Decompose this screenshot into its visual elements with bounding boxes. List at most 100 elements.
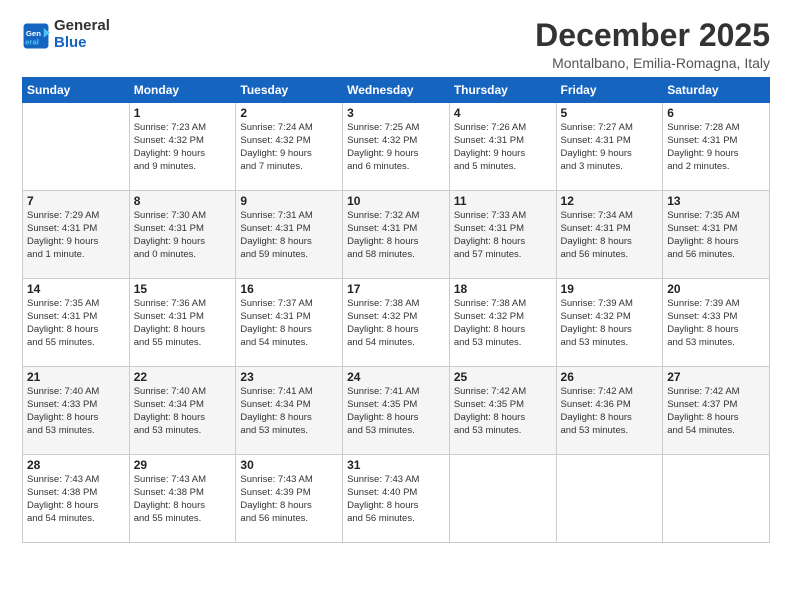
day-info-24: Sunrise: 7:41 AMSunset: 4:35 PMDaylight:… — [347, 386, 445, 437]
day-info-17: Sunrise: 7:38 AMSunset: 4:32 PMDaylight:… — [347, 298, 445, 349]
day-info-25: Sunrise: 7:42 AMSunset: 4:35 PMDaylight:… — [454, 386, 552, 437]
day-number-1: 1 — [134, 106, 232, 120]
day-info-10: Sunrise: 7:32 AMSunset: 4:31 PMDaylight:… — [347, 210, 445, 261]
day-number-11: 11 — [454, 194, 552, 208]
cell-3-4: 25Sunrise: 7:42 AMSunset: 4:35 PMDayligh… — [449, 367, 556, 455]
logo-line2: Blue — [54, 35, 110, 52]
svg-text:eral: eral — [25, 37, 39, 46]
header-saturday: Saturday — [663, 78, 770, 103]
day-info-1: Sunrise: 7:23 AMSunset: 4:32 PMDaylight:… — [134, 122, 232, 173]
day-number-3: 3 — [347, 106, 445, 120]
svg-text:Gen: Gen — [26, 29, 41, 38]
day-info-26: Sunrise: 7:42 AMSunset: 4:36 PMDaylight:… — [561, 386, 659, 437]
cell-3-3: 24 Sunrise: 7:41 AMSunset: 4:35 PMDayligh… — [343, 367, 450, 455]
day-number-31: 31 — [347, 458, 445, 472]
cell-1-4: 11 Sunrise: 7:33 AMSunset: 4:31 PMDayligh… — [449, 191, 556, 279]
cell-4-6 — [663, 455, 770, 543]
cell-0-3: 3 Sunrise: 7:25 AMSunset: 4:32 PMDaylight… — [343, 103, 450, 191]
cell-4-0: 28 Sunrise: 7:43 AMSunset: 4:38 PMDayligh… — [23, 455, 130, 543]
day-info-30: Sunrise: 7:43 AMSunset: 4:39 PMDaylight:… — [240, 474, 338, 525]
title-area: December 2025 Montalbano, Emilia-Romagna… — [535, 18, 770, 71]
day-number-19: 19 — [561, 282, 659, 296]
day-info-31: Sunrise: 7:43 AMSunset: 4:40 PMDaylight:… — [347, 474, 445, 525]
cell-2-2: 16Sunrise: 7:37 AMSunset: 4:31 PMDayligh… — [236, 279, 343, 367]
day-number-27: 27 — [667, 370, 765, 384]
day-info-19: Sunrise: 7:39 AMSunset: 4:32 PMDaylight:… — [561, 298, 659, 349]
day-number-26: 26 — [561, 370, 659, 384]
day-info-15: Sunrise: 7:36 AMSunset: 4:31 PMDaylight:… — [134, 298, 232, 349]
day-number-18: 18 — [454, 282, 552, 296]
cell-0-1: 1 Sunrise: 7:23 AMSunset: 4:32 PMDaylight… — [129, 103, 236, 191]
day-info-22: Sunrise: 7:40 AMSunset: 4:34 PMDaylight:… — [134, 386, 232, 437]
day-info-14: Sunrise: 7:35 AMSunset: 4:31 PMDaylight:… — [27, 298, 125, 349]
day-info-27: Sunrise: 7:42 AMSunset: 4:37 PMDaylight:… — [667, 386, 765, 437]
header-thursday: Thursday — [449, 78, 556, 103]
day-info-13: Sunrise: 7:35 AMSunset: 4:31 PMDaylight:… — [667, 210, 765, 261]
cell-1-2: 9 Sunrise: 7:31 AMSunset: 4:31 PMDaylight… — [236, 191, 343, 279]
day-number-12: 12 — [561, 194, 659, 208]
day-info-3: Sunrise: 7:25 AMSunset: 4:32 PMDaylight:… — [347, 122, 445, 173]
day-number-4: 4 — [454, 106, 552, 120]
cell-4-3: 31 Sunrise: 7:43 AMSunset: 4:40 PMDayligh… — [343, 455, 450, 543]
page-header: Gen eral General Blue December 2025 Mont… — [22, 18, 770, 71]
cell-3-6: 27 Sunrise: 7:42 AMSunset: 4:37 PMDayligh… — [663, 367, 770, 455]
cell-0-4: 4 Sunrise: 7:26 AMSunset: 4:31 PMDaylight… — [449, 103, 556, 191]
header-wednesday: Wednesday — [343, 78, 450, 103]
header-monday: Monday — [129, 78, 236, 103]
cell-2-4: 18Sunrise: 7:38 AMSunset: 4:32 PMDayligh… — [449, 279, 556, 367]
cell-2-0: 14 Sunrise: 7:35 AMSunset: 4:31 PMDayligh… — [23, 279, 130, 367]
day-number-7: 7 — [27, 194, 125, 208]
day-info-11: Sunrise: 7:33 AMSunset: 4:31 PMDaylight:… — [454, 210, 552, 261]
cell-3-0: 21 Sunrise: 7:40 AMSunset: 4:33 PMDayligh… — [23, 367, 130, 455]
day-number-2: 2 — [240, 106, 338, 120]
day-number-10: 10 — [347, 194, 445, 208]
day-number-14: 14 — [27, 282, 125, 296]
cell-1-0: 7Sunrise: 7:29 AMSunset: 4:31 PMDaylight… — [23, 191, 130, 279]
day-number-8: 8 — [134, 194, 232, 208]
cell-1-6: 13Sunrise: 7:35 AMSunset: 4:31 PMDayligh… — [663, 191, 770, 279]
week-row-1: 7Sunrise: 7:29 AMSunset: 4:31 PMDaylight… — [23, 191, 770, 279]
cell-1-1: 8Sunrise: 7:30 AMSunset: 4:31 PMDaylight… — [129, 191, 236, 279]
day-number-16: 16 — [240, 282, 338, 296]
cell-0-2: 2 Sunrise: 7:24 AMSunset: 4:32 PMDaylight… — [236, 103, 343, 191]
day-info-23: Sunrise: 7:41 AMSunset: 4:34 PMDaylight:… — [240, 386, 338, 437]
day-info-4: Sunrise: 7:26 AMSunset: 4:31 PMDaylight:… — [454, 122, 552, 173]
logo-icon: Gen eral — [22, 22, 50, 50]
cell-4-2: 30 Sunrise: 7:43 AMSunset: 4:39 PMDayligh… — [236, 455, 343, 543]
day-info-12: Sunrise: 7:34 AMSunset: 4:31 PMDaylight:… — [561, 210, 659, 261]
day-number-9: 9 — [240, 194, 338, 208]
day-info-5: Sunrise: 7:27 AMSunset: 4:31 PMDaylight:… — [561, 122, 659, 173]
day-number-28: 28 — [27, 458, 125, 472]
day-info-2: Sunrise: 7:24 AMSunset: 4:32 PMDaylight:… — [240, 122, 338, 173]
header-sunday: Sunday — [23, 78, 130, 103]
day-number-5: 5 — [561, 106, 659, 120]
month-title: December 2025 — [535, 18, 770, 53]
cell-2-3: 17Sunrise: 7:38 AMSunset: 4:32 PMDayligh… — [343, 279, 450, 367]
day-number-21: 21 — [27, 370, 125, 384]
cell-0-6: 6 Sunrise: 7:28 AMSunset: 4:31 PMDaylight… — [663, 103, 770, 191]
day-info-28: Sunrise: 7:43 AMSunset: 4:38 PMDaylight:… — [27, 474, 125, 525]
cell-3-1: 22 Sunrise: 7:40 AMSunset: 4:34 PMDayligh… — [129, 367, 236, 455]
day-info-29: Sunrise: 7:43 AMSunset: 4:38 PMDaylight:… — [134, 474, 232, 525]
day-number-6: 6 — [667, 106, 765, 120]
day-info-6: Sunrise: 7:28 AMSunset: 4:31 PMDaylight:… — [667, 122, 765, 173]
week-row-2: 14 Sunrise: 7:35 AMSunset: 4:31 PMDayligh… — [23, 279, 770, 367]
cell-3-2: 23 Sunrise: 7:41 AMSunset: 4:34 PMDayligh… — [236, 367, 343, 455]
day-info-9: Sunrise: 7:31 AMSunset: 4:31 PMDaylight:… — [240, 210, 338, 261]
header-tuesday: Tuesday — [236, 78, 343, 103]
cell-3-5: 26 Sunrise: 7:42 AMSunset: 4:36 PMDayligh… — [556, 367, 663, 455]
logo-line1: General — [54, 18, 110, 35]
day-number-24: 24 — [347, 370, 445, 384]
day-info-21: Sunrise: 7:40 AMSunset: 4:33 PMDaylight:… — [27, 386, 125, 437]
day-number-20: 20 — [667, 282, 765, 296]
cell-0-0 — [23, 103, 130, 191]
day-number-15: 15 — [134, 282, 232, 296]
cell-1-5: 12 Sunrise: 7:34 AMSunset: 4:31 PMDayligh… — [556, 191, 663, 279]
day-number-23: 23 — [240, 370, 338, 384]
cell-4-4 — [449, 455, 556, 543]
week-row-3: 21 Sunrise: 7:40 AMSunset: 4:33 PMDayligh… — [23, 367, 770, 455]
day-number-22: 22 — [134, 370, 232, 384]
cell-1-3: 10 Sunrise: 7:32 AMSunset: 4:31 PMDayligh… — [343, 191, 450, 279]
week-row-4: 28 Sunrise: 7:43 AMSunset: 4:38 PMDayligh… — [23, 455, 770, 543]
day-number-30: 30 — [240, 458, 338, 472]
